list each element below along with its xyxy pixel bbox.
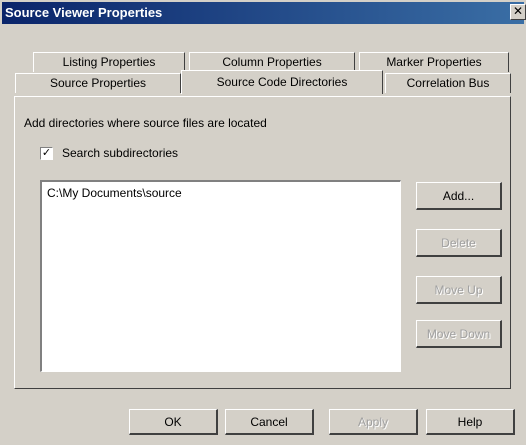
tab-marker-properties[interactable]: Marker Properties [359, 52, 509, 72]
properties-dialog: Source Viewer Properties ✕ Listing Prope… [0, 0, 526, 445]
apply-button[interactable]: Apply [329, 409, 418, 435]
tab-label: Source Properties [49, 76, 147, 90]
tab-column-properties[interactable]: Column Properties [189, 52, 355, 72]
directories-listbox[interactable]: C:\My Documents\source [40, 180, 401, 372]
close-button[interactable]: ✕ [510, 4, 526, 20]
directories-hint: Add directories where source files are l… [24, 116, 267, 130]
title-bar: Source Viewer Properties ✕ [2, 2, 526, 24]
ok-button[interactable]: OK [129, 409, 218, 435]
window-title: Source Viewer Properties [5, 5, 163, 20]
list-item[interactable]: C:\My Documents\source [47, 186, 182, 200]
search-subdirectories-label[interactable]: Search subdirectories [62, 146, 178, 160]
cancel-button[interactable]: Cancel [225, 409, 314, 435]
delete-button[interactable]: Delete [416, 229, 502, 257]
add-button[interactable]: Add... [416, 182, 502, 210]
tab-source-code-directories[interactable]: Source Code Directories [181, 70, 383, 94]
tab-label: Source Code Directories [216, 75, 348, 89]
tab-label: Column Properties [222, 55, 322, 69]
tab-label: Marker Properties [386, 55, 482, 69]
help-button[interactable]: Help [426, 409, 515, 435]
close-icon: ✕ [512, 4, 524, 18]
tab-label: Listing Properties [62, 55, 156, 69]
tab-listing-properties[interactable]: Listing Properties [33, 52, 185, 72]
move-up-button[interactable]: Move Up [416, 276, 502, 304]
tab-source-properties[interactable]: Source Properties [15, 73, 181, 93]
tab-correlation-bus[interactable]: Correlation Bus [385, 73, 511, 93]
search-subdirectories-checkbox[interactable]: ✓ [40, 147, 53, 160]
checkmark-icon: ✓ [41, 147, 52, 159]
tab-label: Correlation Bus [406, 76, 490, 90]
move-down-button[interactable]: Move Down [416, 320, 502, 348]
